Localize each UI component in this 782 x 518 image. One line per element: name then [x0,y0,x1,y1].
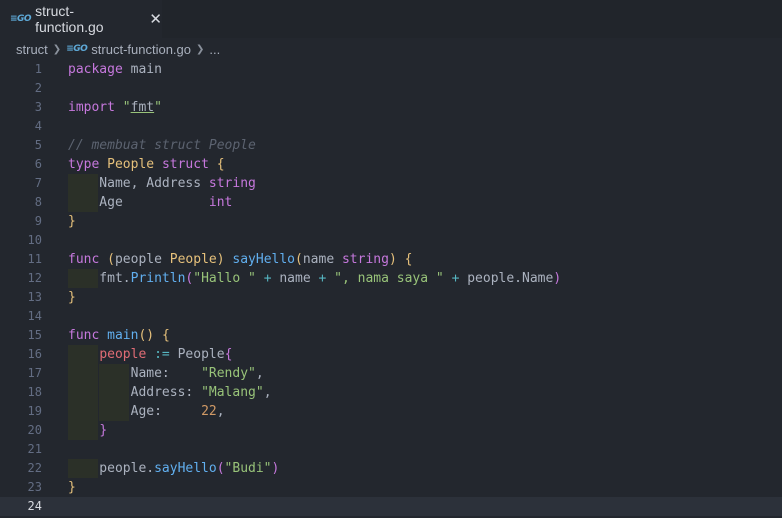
code-text: func (people People) sayHello(name strin… [68,252,413,267]
line-number: 24 [27,499,42,513]
code-line[interactable]: 4 [0,117,782,136]
code-line[interactable]: 13} [0,288,782,307]
close-icon[interactable]: ✕ [149,10,162,28]
chevron-right-icon: ❯ [52,43,62,55]
line-number: 21 [27,442,42,456]
code-text: func main() { [68,328,170,343]
code-text: Age: 22, [68,404,225,419]
line-number: 11 [27,252,42,266]
code-line[interactable]: 6 type People struct { [0,155,782,174]
line-number: 1 [34,62,42,76]
tab-struct-function-go[interactable]: ≡GO struct-function.go ✕ [0,0,162,38]
go-file-icon: ≡GO [66,44,88,54]
code-text: Name: "Rendy", [68,366,264,381]
code-line[interactable]: 24 [0,497,782,516]
code-line[interactable]: 7 Name, Address string [0,174,782,193]
code-line[interactable]: 19 Age: 22, [0,402,782,421]
go-file-icon: ≡GO [10,14,32,24]
code-line[interactable]: 10 [0,231,782,250]
line-number: 6 [34,157,42,171]
line-number: 9 [34,214,42,228]
code-line[interactable]: 12 fmt.Println("Hallo " + name + ", nama… [0,269,782,288]
code-text: } [68,214,76,229]
line-number: 10 [27,233,42,247]
code-line[interactable]: 17 Name: "Rendy", [0,364,782,383]
line-number: 8 [34,195,42,209]
breadcrumb-file[interactable]: struct-function.go [91,42,191,57]
code-line[interactable]: 22 people.sayHello("Budi") [0,459,782,478]
line-number: 12 [27,271,42,285]
line-number: 5 [34,138,42,152]
code-line[interactable]: 23} [0,478,782,497]
line-number: 2 [34,81,42,95]
code-line[interactable]: 9} [0,212,782,231]
line-number: 19 [27,404,42,418]
code-text: people.sayHello("Budi") [68,461,280,476]
code-line[interactable]: 15 func main() { [0,326,782,345]
line-number: 23 [27,480,42,494]
chevron-right-icon: ❯ [196,43,205,55]
code-text: Name, Address string [68,176,256,191]
code-line[interactable]: 5 // membuat struct People [0,136,782,155]
code-line[interactable]: 8 Age int [0,193,782,212]
breadcrumb-folder[interactable]: struct [16,42,48,57]
line-number: 4 [34,119,42,133]
line-number: 22 [27,461,42,475]
code-text: fmt.Println("Hallo " + name + ", nama sa… [68,271,562,286]
code-text: type People struct { [68,157,225,172]
line-number: 7 [34,176,42,190]
code-line[interactable]: 20 } [0,421,782,440]
line-number: 15 [27,328,42,342]
code-line[interactable]: 14 [0,307,782,326]
code-editor[interactable]: 1 package main 2 3 import "fmt" 4 5// membuat … [0,60,782,518]
breadcrumb: struct ❯ ≡GO struct-function.go ❯ ... [0,38,782,60]
code-text: } [99,423,108,438]
breadcrumb-more[interactable]: ... [209,42,220,57]
code-line[interactable]: 16 people := People{ [0,345,782,364]
line-number: 13 [27,290,42,304]
code-line[interactable]: 3 import "fmt" [0,98,782,117]
tab-bar: ≡GO struct-function.go ✕ [0,0,782,38]
code-text: people := People{ [99,347,233,362]
code-text: Address: "Malang", [68,385,272,400]
line-number: 16 [27,347,42,361]
code-line[interactable]: 18 Address: "Malang", [0,383,782,402]
line-number: 3 [34,100,42,114]
code-text: import "fmt" [68,100,162,115]
code-text: Age int [68,195,233,210]
code-line[interactable]: 1 package main [0,60,782,79]
code-text: } [68,290,76,305]
code-line[interactable]: 2 [0,79,782,98]
code-text: // membuat struct People [68,138,256,153]
code-text: package main [68,62,162,77]
line-number: 17 [27,366,42,380]
line-number: 14 [27,309,42,323]
code-line[interactable]: 11 func (people People) sayHello(name str… [0,250,782,269]
code-text: } [68,480,76,495]
tab-label: struct-function.go [35,3,104,35]
code-line[interactable]: 21 [0,440,782,459]
line-number: 18 [27,385,42,399]
line-number: 20 [27,423,42,437]
